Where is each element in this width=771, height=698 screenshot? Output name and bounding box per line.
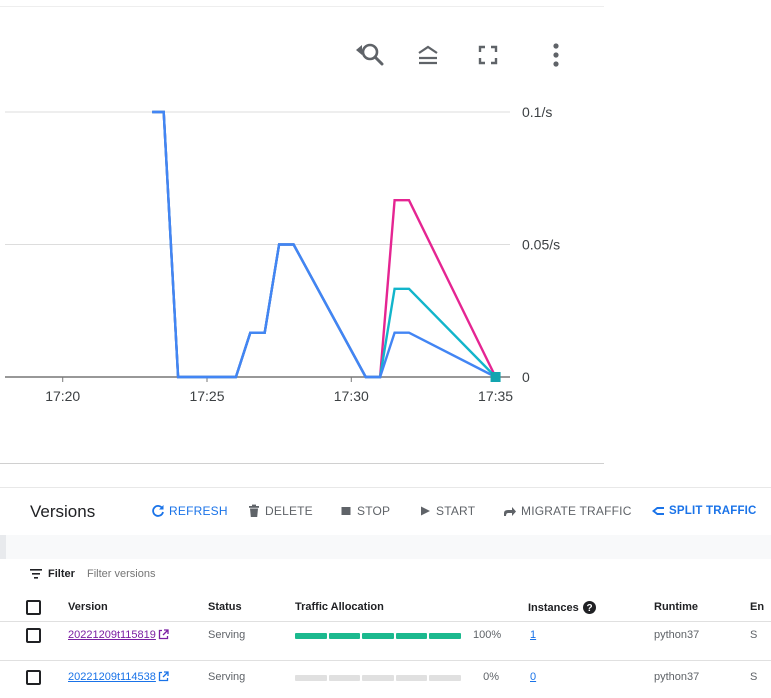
select-all-checkbox[interactable] (26, 600, 41, 615)
open-in-new-icon (158, 629, 169, 640)
migrate-traffic-button[interactable]: MIGRATE TRAFFIC (503, 504, 632, 518)
runtime-cell: python37 (654, 671, 700, 683)
migrate-traffic-label: MIGRATE TRAFFIC (521, 504, 632, 518)
play-icon (421, 506, 430, 516)
version-link[interactable]: 20221209t114538 (68, 671, 156, 683)
traffic-bar-segment (429, 633, 461, 639)
table-row: 20221209t115819 Serving 100% 1 python37 … (0, 621, 771, 661)
column-header-instances[interactable]: Instances? (528, 601, 596, 614)
row-checkbox[interactable] (26, 670, 41, 685)
column-header-runtime[interactable]: Runtime (654, 601, 698, 613)
toolbar-shadow-area (0, 535, 771, 559)
refresh-label: REFRESH (169, 504, 228, 518)
open-in-new-icon (158, 671, 169, 682)
start-button[interactable]: START (418, 504, 475, 518)
reset-zoom-button[interactable] (350, 37, 386, 73)
x-tick-label: 17:25 (189, 388, 224, 404)
filter-label: Filter (48, 568, 75, 580)
more-vert-icon (553, 43, 559, 67)
y-tick-label: 0 (522, 369, 530, 385)
versions-title: Versions (30, 502, 96, 521)
instances-link[interactable]: 0 (530, 671, 536, 683)
reset-zoom-icon (356, 43, 384, 66)
x-tick-label: 17:35 (478, 388, 513, 404)
table-header: Version Status Traffic Allocation Instan… (0, 593, 771, 622)
top-divider (0, 6, 604, 7)
arrow-forward-icon (504, 507, 516, 516)
trash-icon (249, 504, 259, 517)
x-tick-label: 17:20 (45, 388, 80, 404)
traffic-percent: 0% (483, 671, 499, 683)
instances-count[interactable]: 0 (530, 671, 536, 683)
traffic-bar-segment (328, 633, 361, 639)
filter-bar: Filter (0, 559, 771, 589)
versions-toolbar: Versions REFRESH DELETE STOP START MIGRA… (0, 487, 771, 536)
start-label: START (436, 504, 476, 518)
traffic-allocation-bar (295, 633, 461, 639)
traffic-bar-segment (362, 675, 394, 681)
refresh-icon (152, 505, 164, 517)
split-traffic-label: SPLIT TRAFFIC (669, 505, 757, 517)
stop-icon (341, 507, 351, 515)
legend-toggle-button[interactable] (410, 37, 446, 73)
y-tick-label: 0.05/s (522, 237, 560, 253)
y-tick-label: 0.1/s (522, 104, 552, 120)
split-traffic-button[interactable]: SPLIT TRAFFIC (651, 504, 757, 518)
fullscreen-button[interactable] (470, 37, 506, 73)
row-checkbox[interactable] (26, 628, 41, 643)
refresh-button[interactable]: REFRESH (151, 504, 228, 518)
more-options-button[interactable] (538, 37, 574, 73)
column-header-environment[interactable]: En (750, 601, 764, 613)
filter-icon (30, 569, 42, 579)
instances-link[interactable]: 1 (530, 629, 536, 641)
traffic-bar-segment (295, 633, 327, 639)
request-rate-chart: 0.1/s 0.05/s 0 17:20 17:25 17:30 17:35 (5, 104, 560, 404)
filter-input[interactable] (87, 568, 287, 580)
version-link[interactable]: 20221209t115819 (68, 629, 156, 641)
fullscreen-icon (478, 45, 498, 65)
runtime-cell: python37 (654, 629, 700, 641)
column-header-traffic[interactable]: Traffic Allocation (295, 601, 384, 613)
chart-divider (0, 463, 604, 464)
status-cell: Serving (208, 629, 246, 641)
svg-text:?: ? (586, 603, 592, 614)
column-header-version[interactable]: Version (68, 601, 108, 613)
traffic-allocation-bar (295, 675, 461, 681)
environment-cell: S (750, 671, 758, 683)
x-tick-label: 17:30 (334, 388, 369, 404)
split-icon (652, 507, 664, 515)
traffic-bar-segment (362, 633, 394, 639)
traffic-bar-segment (295, 675, 327, 681)
table-row: 20221209t114538 Serving 0% 0 python37 S (0, 660, 771, 698)
version-cell: 20221209t114538 (68, 671, 169, 683)
version-cell: 20221209t115819 (68, 629, 169, 641)
status-cell: Serving (208, 671, 246, 683)
traffic-percent: 100% (473, 629, 502, 641)
traffic-bar-segment (395, 675, 428, 681)
instances-header-label: Instances (528, 602, 579, 614)
stop-button[interactable]: STOP (339, 504, 390, 518)
stop-label: STOP (357, 504, 391, 518)
delete-label: DELETE (265, 504, 313, 518)
legend-icon (418, 45, 438, 65)
traffic-bar-segment (395, 633, 428, 639)
traffic-bar-segment (328, 675, 361, 681)
traffic-bar-segment (429, 675, 461, 681)
instances-count[interactable]: 1 (530, 629, 536, 641)
column-header-status[interactable]: Status (208, 601, 242, 613)
help-icon[interactable]: ? (582, 601, 596, 614)
current-value-marker (490, 372, 501, 382)
delete-button[interactable]: DELETE (247, 504, 313, 518)
environment-cell: S (750, 629, 758, 641)
